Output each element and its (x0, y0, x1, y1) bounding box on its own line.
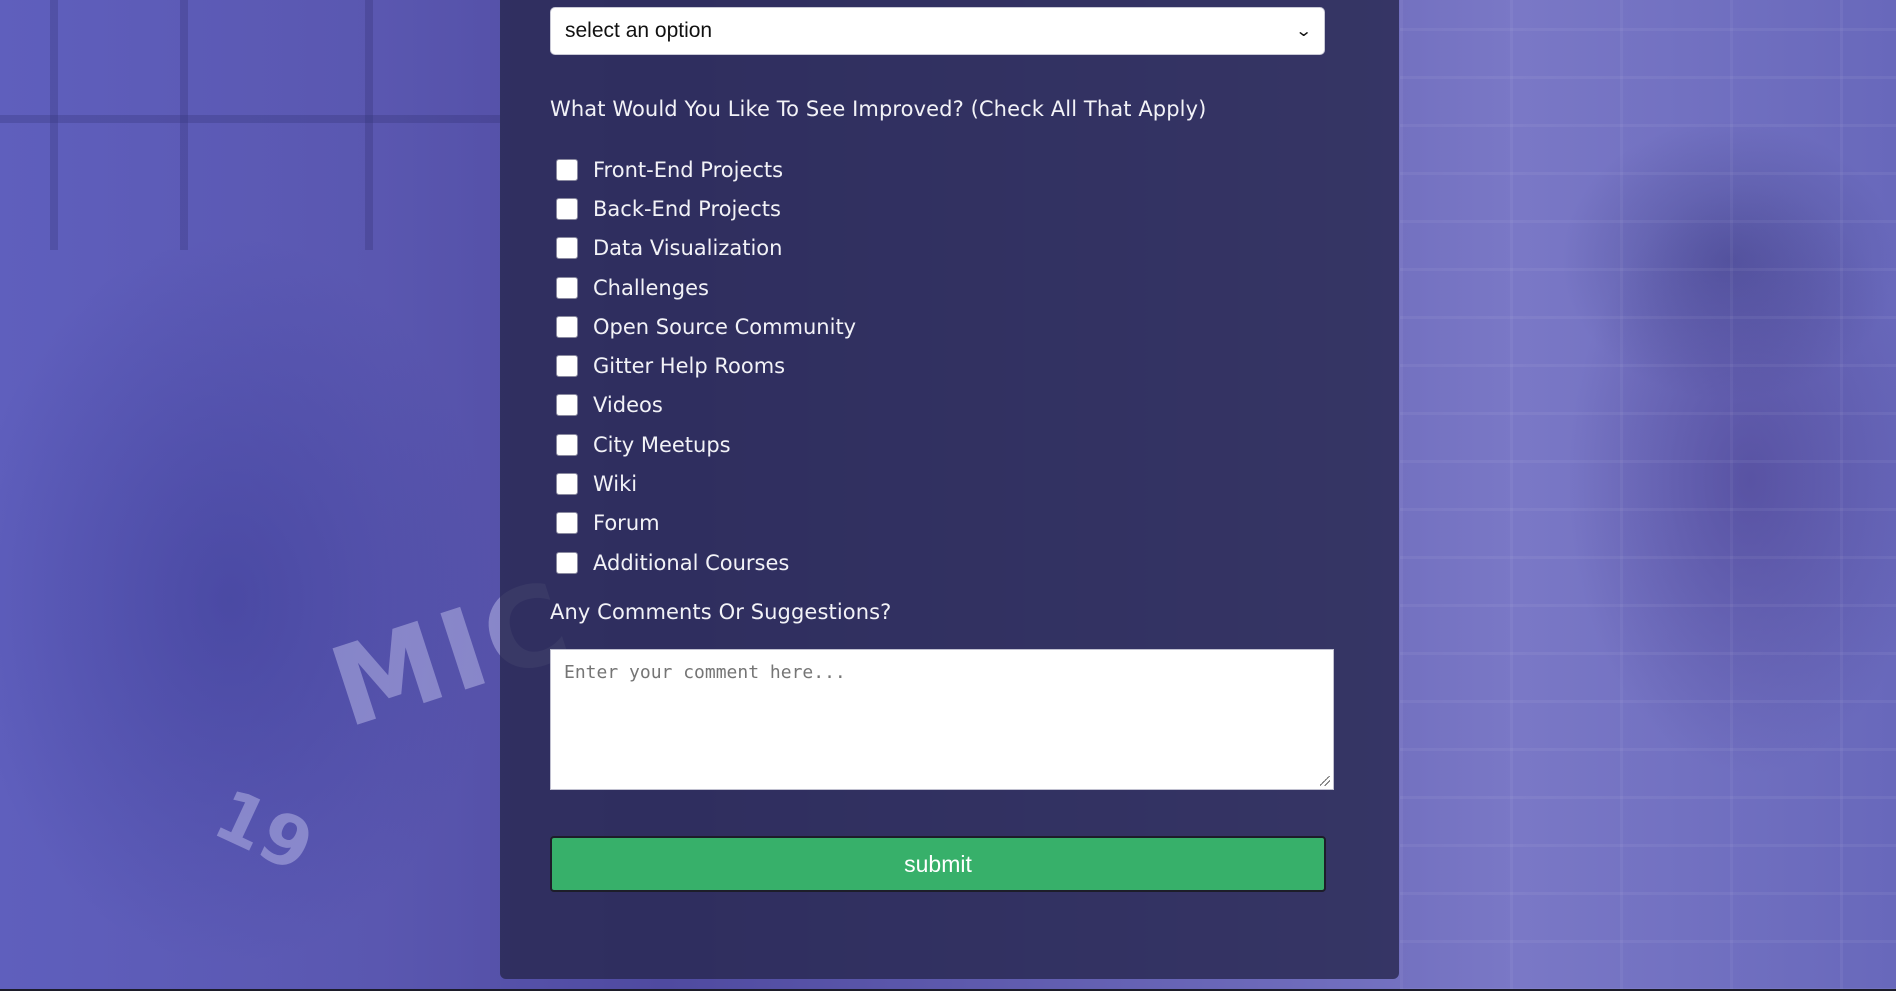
improvements-question: What Would You Like To See Improved? (Ch… (550, 97, 1207, 121)
background-window (0, 0, 500, 250)
checkbox-label[interactable]: City Meetups (593, 433, 731, 457)
checkbox-label[interactable]: Wiki (593, 472, 637, 496)
checklist-item-front-end-projects[interactable]: Front-End Projects (556, 150, 856, 189)
checkbox-label[interactable]: Open Source Community (593, 315, 856, 339)
comments-question: Any Comments Or Suggestions? (550, 600, 892, 624)
checklist-item-data-visualization[interactable]: Data Visualization (556, 229, 856, 268)
checklist-item-gitter-help-rooms[interactable]: Gitter Help Rooms (556, 346, 856, 385)
checkbox[interactable] (556, 355, 578, 378)
checkbox[interactable] (556, 315, 578, 338)
checkbox-label[interactable]: Videos (593, 393, 663, 417)
checklist-item-city-meetups[interactable]: City Meetups (556, 425, 856, 464)
checkbox[interactable] (556, 158, 578, 181)
checkbox[interactable] (556, 433, 578, 456)
checkbox[interactable] (556, 473, 578, 496)
checkbox[interactable] (556, 512, 578, 535)
comment-placeholder: Enter your comment here... (564, 662, 846, 683)
checkbox-label[interactable]: Additional Courses (593, 551, 789, 575)
checklist-item-videos[interactable]: Videos (556, 386, 856, 425)
chevron-down-icon: ⌄ (1294, 23, 1313, 40)
submit-button[interactable]: submit (550, 836, 1326, 892)
resize-grip-icon[interactable] (1320, 776, 1330, 786)
checkbox-label[interactable]: Back-End Projects (593, 197, 781, 221)
checkbox[interactable] (556, 276, 578, 299)
checklist-item-challenges[interactable]: Challenges (556, 268, 856, 307)
checklist-item-additional-courses[interactable]: Additional Courses (556, 543, 856, 582)
checkbox-label[interactable]: Gitter Help Rooms (593, 354, 785, 378)
checkbox-label[interactable]: Forum (593, 511, 660, 535)
select-value: select an option (565, 19, 713, 42)
checkbox[interactable] (556, 394, 578, 417)
role-select-dropdown[interactable]: select an option ⌄ (550, 7, 1325, 55)
improvements-checklist: Front-End Projects Back-End Projects Dat… (556, 150, 856, 582)
checklist-item-wiki[interactable]: Wiki (556, 464, 856, 503)
checkbox[interactable] (556, 551, 578, 574)
checklist-item-back-end-projects[interactable]: Back-End Projects (556, 189, 856, 228)
checkbox[interactable] (556, 197, 578, 220)
background-brick-wall (1400, 0, 1896, 991)
checkbox-label[interactable]: Front-End Projects (593, 158, 783, 182)
checkbox[interactable] (556, 237, 578, 260)
checkbox-label[interactable]: Challenges (593, 276, 709, 300)
comment-textarea[interactable]: Enter your comment here... (550, 649, 1334, 790)
checkbox-label[interactable]: Data Visualization (593, 236, 782, 260)
checklist-item-forum[interactable]: Forum (556, 504, 856, 543)
checklist-item-open-source-community[interactable]: Open Source Community (556, 307, 856, 346)
